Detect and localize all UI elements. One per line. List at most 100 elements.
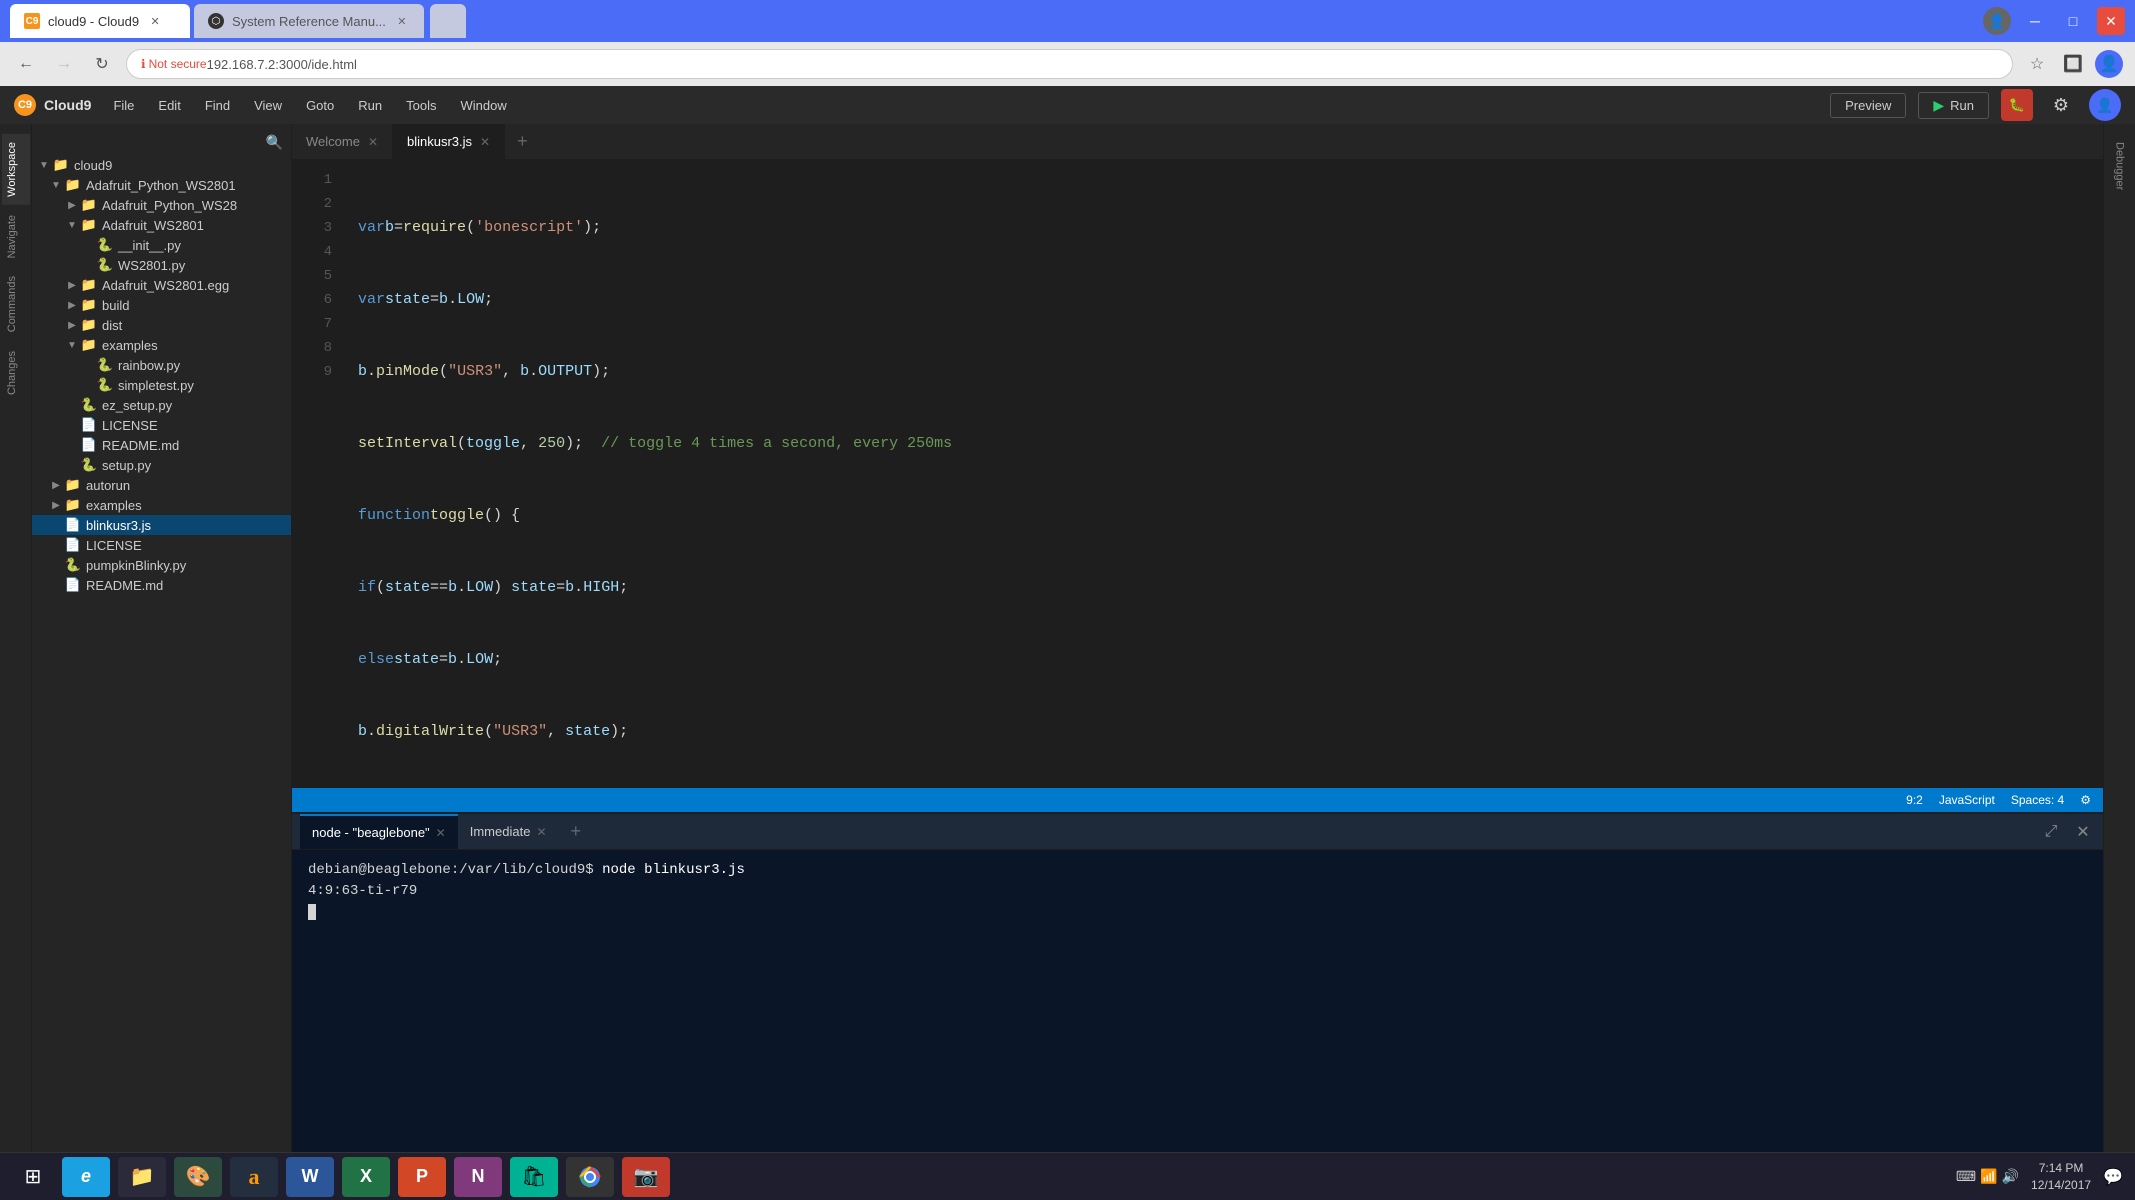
tab-blinkusr3[interactable]: blinkusr3.js ✕ — [393, 124, 505, 159]
terminal-tab-node-close[interactable]: ✕ — [436, 826, 446, 840]
list-item[interactable]: 📄 README.md — [32, 575, 291, 595]
taskbar-chrome[interactable] — [566, 1157, 614, 1197]
menu-window[interactable]: Window — [450, 94, 516, 117]
taskbar-ie[interactable]: e — [62, 1157, 110, 1197]
settings-gear-icon[interactable]: ⚙ — [2080, 793, 2091, 807]
list-item[interactable]: 📄 LICENSE — [32, 535, 291, 555]
list-item[interactable]: ▶ 📁 autorun — [32, 475, 291, 495]
browser-tab-github[interactable]: ⬡ System Reference Manu... ✕ — [194, 4, 424, 38]
tab-close-github[interactable]: ✕ — [394, 13, 410, 29]
folder-icon: 📁 — [80, 297, 98, 313]
refresh-btn[interactable]: ↻ — [88, 50, 116, 78]
terminal-cursor — [308, 904, 316, 920]
list-item[interactable]: ▶ 📁 dist — [32, 315, 291, 335]
list-item[interactable]: ▶ 📁 Adafruit_WS2801.egg — [32, 275, 291, 295]
terminal-tab-add[interactable]: + — [559, 821, 594, 842]
terminal-content[interactable]: debian@beaglebone:/var/lib/cloud9$ node … — [292, 850, 2103, 1152]
terminal-expand-icon[interactable]: ⤢ — [2039, 820, 2063, 844]
tab-add-button[interactable]: + — [505, 131, 540, 152]
tree-root[interactable]: ▼ 📁 cloud9 — [32, 155, 291, 175]
run-button[interactable]: ▶ Run — [1918, 92, 1989, 119]
sidebar-icon-changes[interactable]: Changes — [2, 343, 30, 403]
browser-profile[interactable]: 👤 — [1983, 7, 2011, 35]
menu-edit[interactable]: Edit — [148, 94, 190, 117]
tab-welcome[interactable]: Welcome ✕ — [292, 124, 393, 159]
tree-item-label: dist — [102, 318, 122, 333]
tree-item-label: __init__.py — [118, 238, 181, 253]
list-item[interactable]: 📄 blinkusr3.js — [32, 515, 291, 535]
menu-file[interactable]: File — [103, 94, 144, 117]
list-item[interactable]: 🐍 ez_setup.py — [32, 395, 291, 415]
list-item[interactable]: ▼ 📁 Adafruit_WS2801 — [32, 215, 291, 235]
terminal-close-icon[interactable]: ✕ — [2071, 820, 2095, 844]
folder-icon: 📁 — [80, 197, 98, 213]
sidebar-icon-navigate[interactable]: Navigate — [2, 207, 30, 266]
minimize-btn[interactable]: ─ — [2021, 7, 2049, 35]
tab-close-blinkusr3[interactable]: ✕ — [480, 135, 490, 149]
list-item[interactable]: ▼ 📁 Adafruit_Python_WS2801 — [32, 175, 291, 195]
taskbar-word[interactable]: W — [286, 1157, 334, 1197]
bookmark-icon[interactable]: ☆ — [2023, 50, 2051, 78]
preview-button[interactable]: Preview — [1830, 93, 1906, 118]
settings-icon[interactable]: ⚙ — [2045, 89, 2077, 121]
sidebar-icon-workspace[interactable]: Workspace — [2, 134, 30, 205]
user-avatar[interactable]: 👤 — [2089, 89, 2121, 121]
taskbar-camera[interactable]: 📷 — [622, 1157, 670, 1197]
menu-tools[interactable]: Tools — [396, 94, 446, 117]
taskbar-amazon[interactable]: a — [230, 1157, 278, 1197]
terminal-panel: node - "beaglebone" ✕ Immediate ✕ + ⤢ ✕ — [292, 812, 2103, 1152]
terminal-tab-immediate[interactable]: Immediate ✕ — [458, 814, 559, 849]
tree-root-label: cloud9 — [74, 158, 112, 173]
menu-find[interactable]: Find — [195, 94, 240, 117]
taskbar-powerpoint[interactable]: P — [398, 1157, 446, 1197]
address-bar[interactable]: ℹ Not secure 192.168.7.2:3000/ide.html — [126, 49, 2013, 79]
list-item[interactable]: 📄 LICENSE — [32, 415, 291, 435]
taskbar-explorer[interactable]: 📁 — [118, 1157, 166, 1197]
close-btn[interactable]: ✕ — [2097, 7, 2125, 35]
list-item[interactable]: 🐍 WS2801.py — [32, 255, 291, 275]
list-item[interactable]: 🐍 simpletest.py — [32, 375, 291, 395]
terminal-tab-node[interactable]: node - "beaglebone" ✕ — [300, 814, 458, 849]
ide-main: Workspace Navigate Commands Changes 🔍 ▼ … — [0, 124, 2135, 1152]
taskbar-onenote[interactable]: N — [454, 1157, 502, 1197]
code-lines[interactable]: var b = require('bonescript'); var state… — [342, 160, 2103, 788]
taskbar-app3[interactable]: 🎨 — [174, 1157, 222, 1197]
list-item[interactable]: 🐍 pumpkinBlinky.py — [32, 555, 291, 575]
browser-tab-cloud9[interactable]: C9 cloud9 - Cloud9 ✕ — [10, 4, 190, 38]
bug-icon[interactable]: 🐛 — [2001, 89, 2033, 121]
terminal-output: 4:9:63-ti-r79 — [308, 881, 2087, 902]
extensions-icon[interactable]: 🔲 — [2059, 50, 2087, 78]
list-item[interactable]: ▶ 📁 build — [32, 295, 291, 315]
list-item[interactable]: ▶ 📁 examples — [32, 495, 291, 515]
tab-close-welcome[interactable]: ✕ — [368, 135, 378, 149]
forward-btn[interactable]: → — [50, 50, 78, 78]
tree-search-icon[interactable]: 🔍 — [266, 134, 283, 151]
file-tree[interactable]: 🔍 ▼ 📁 cloud9 ▼ 📁 Adafruit_Python_WS2801 … — [32, 124, 292, 1152]
taskbar-excel[interactable]: X — [342, 1157, 390, 1197]
menu-goto[interactable]: Goto — [296, 94, 344, 117]
tree-item-label: ez_setup.py — [102, 398, 172, 413]
notification-icon[interactable]: 💬 — [2103, 1167, 2123, 1187]
sidebar-icon-commands[interactable]: Commands — [2, 268, 30, 340]
menu-run[interactable]: Run — [348, 94, 392, 117]
tab-close-cloud9[interactable]: ✕ — [147, 13, 163, 29]
list-item[interactable]: ▶ 📁 Adafruit_Python_WS28 — [32, 195, 291, 215]
chrome-profile-icon[interactable]: 👤 — [2095, 50, 2123, 78]
taskbar-system-tray: ⌨ 📶 🔊 — [1956, 1168, 2019, 1185]
back-btn[interactable]: ← — [12, 50, 40, 78]
list-item[interactable]: 🐍 rainbow.py — [32, 355, 291, 375]
list-item[interactable]: 🐍 setup.py — [32, 455, 291, 475]
list-item[interactable]: ▼ 📁 examples — [32, 335, 291, 355]
taskbar-store[interactable]: 🛍 — [510, 1157, 558, 1197]
list-item[interactable]: 🐍 __init__.py — [32, 235, 291, 255]
windows-start-button[interactable]: ⊞ — [12, 1156, 54, 1198]
status-right: 9:2 JavaScript Spaces: 4 ⚙ — [1906, 793, 2091, 807]
terminal-tab-immediate-close[interactable]: ✕ — [536, 825, 546, 839]
debugger-label[interactable]: Debugger — [2110, 134, 2130, 198]
menu-view[interactable]: View — [244, 94, 292, 117]
tree-item-label: LICENSE — [86, 538, 142, 553]
file-txt-icon: 📄 — [80, 417, 98, 433]
list-item[interactable]: 📄 README.md — [32, 435, 291, 455]
code-editor[interactable]: 1 2 3 4 5 6 7 8 9 var b = require('bones… — [292, 160, 2103, 788]
maximize-btn[interactable]: □ — [2059, 7, 2087, 35]
